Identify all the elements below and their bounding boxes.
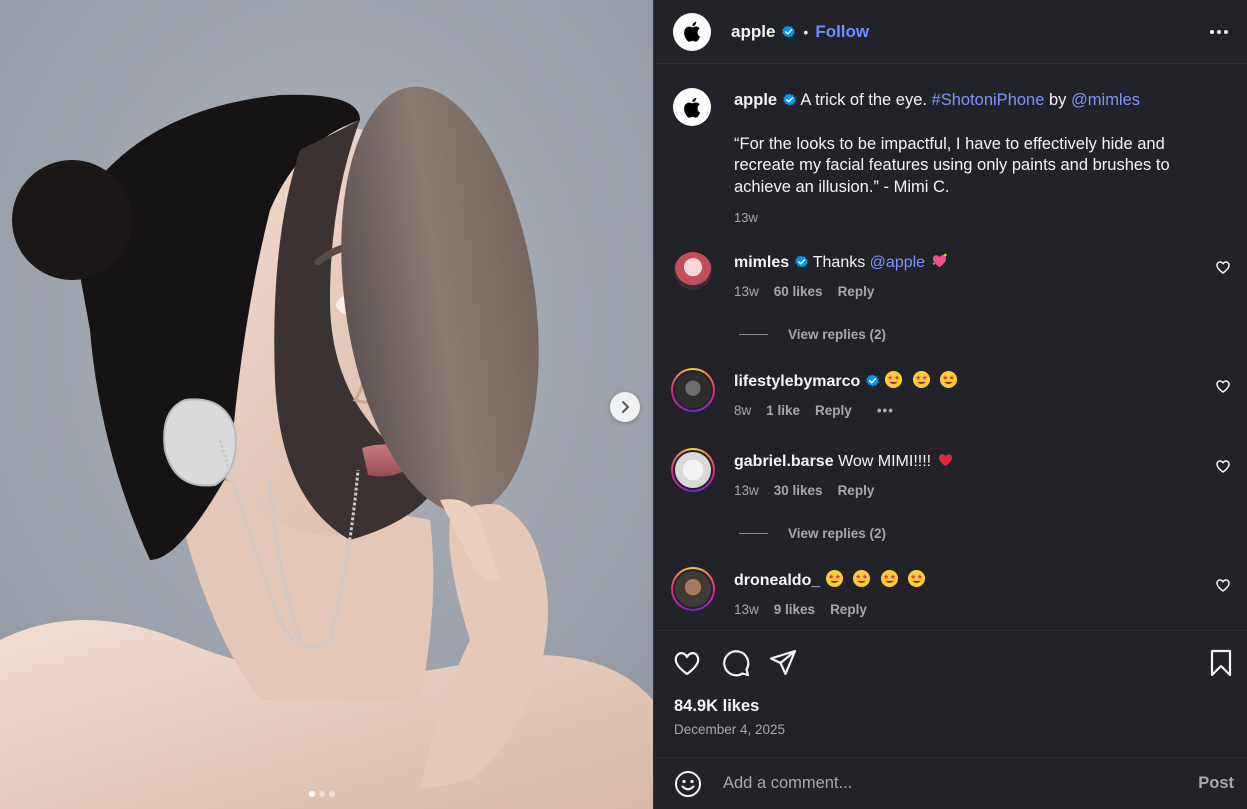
view-replies-button[interactable]: View replies (2) (739, 526, 886, 541)
verified-badge-icon (782, 25, 796, 38)
carousel-indicator (309, 791, 335, 797)
mention-link[interactable]: @apple (870, 254, 925, 271)
post-header: apple • Follow (654, 0, 1247, 64)
bookmark-icon[interactable] (1206, 648, 1236, 678)
reply-button[interactable]: Reply (815, 400, 852, 421)
caption-quote: “For the looks to be impactful, I have t… (734, 134, 1170, 196)
reply-button[interactable]: Reply (830, 599, 867, 620)
star-struck-icon (825, 569, 843, 588)
comment-text: Wow MIMI!!!! (838, 453, 932, 470)
star-struck-icon (853, 569, 871, 588)
chevron-right-icon (622, 401, 629, 413)
post-panel: apple • Follow apple A trick of the eye.… (653, 0, 1247, 809)
emoji-group (825, 569, 930, 589)
divider (739, 334, 768, 335)
share-send-icon[interactable] (768, 648, 798, 678)
caption-username[interactable]: apple (734, 91, 777, 109)
carousel-dot (329, 791, 335, 797)
apple-logo-icon (684, 97, 701, 118)
comment-likes[interactable]: 30 likes (774, 480, 823, 501)
avatar[interactable] (671, 448, 715, 492)
comment-timestamp[interactable]: 8w (734, 400, 751, 421)
star-struck-icon (885, 370, 903, 389)
avatar[interactable] (673, 88, 711, 126)
comment-likes[interactable]: 9 likes (774, 599, 815, 620)
view-replies-label: View replies (2) (788, 327, 887, 342)
emoji-group (884, 370, 962, 390)
caption-timestamp[interactable]: 13w (734, 207, 1204, 229)
comment-username[interactable]: dronealdo_ (734, 572, 820, 589)
mention-link[interactable]: @mimles (1071, 91, 1140, 109)
carousel-dot (309, 791, 315, 797)
apple-logo-icon (684, 21, 701, 42)
avatar[interactable] (671, 567, 715, 611)
comment-likes[interactable]: 1 like (766, 400, 800, 421)
caption-text: A trick of the eye. (800, 91, 927, 109)
hashtag-link[interactable]: #ShotoniPhone (932, 91, 1045, 109)
carousel-next-button[interactable] (610, 392, 640, 422)
star-struck-icon (907, 569, 926, 588)
comment-timestamp[interactable]: 13w (734, 281, 759, 302)
post-comment-button[interactable]: Post (1198, 774, 1234, 793)
comment-meta: 13w 60 likes Reply (734, 281, 1194, 302)
comment-input[interactable] (723, 774, 1199, 793)
post-photo (0, 0, 653, 809)
comment-timestamp[interactable]: 13w (734, 480, 759, 501)
comment-username[interactable]: lifestylebymarco (734, 373, 860, 390)
star-struck-icon (940, 370, 958, 389)
header-separator: • (803, 23, 809, 40)
like-comment-heart-icon[interactable] (1215, 577, 1231, 593)
star-struck-icon (912, 370, 930, 389)
like-heart-icon[interactable] (672, 648, 702, 678)
comment-icon[interactable] (721, 648, 751, 678)
comment-more-options[interactable]: ••• (877, 400, 894, 421)
view-replies-button[interactable]: View replies (2) (739, 327, 886, 342)
header-username[interactable]: apple (731, 22, 775, 42)
comment-meta: 8w 1 like Reply ••• (734, 400, 1194, 421)
like-comment-heart-icon[interactable] (1215, 458, 1231, 474)
avatar[interactable] (671, 249, 715, 293)
comment-likes[interactable]: 60 likes (774, 281, 823, 302)
more-options-icon[interactable] (1208, 22, 1230, 42)
caption-first-line: apple A trick of the eye. #ShotoniPhone … (734, 90, 1204, 112)
sparkling-heart-icon (931, 252, 947, 268)
post-media (0, 0, 653, 809)
comment-composer: Post (654, 757, 1247, 809)
likes-count[interactable]: 84.9K likes (674, 697, 759, 716)
view-replies-label: View replies (2) (788, 526, 887, 541)
red-heart-icon (938, 454, 952, 467)
verified-badge-icon (783, 93, 796, 106)
carousel-dot (319, 791, 325, 797)
follow-button[interactable]: Follow (815, 22, 869, 42)
comment-text: Thanks (812, 254, 866, 271)
post-date[interactable]: December 4, 2025 (674, 722, 785, 737)
avatar[interactable] (671, 368, 715, 412)
star-struck-icon (880, 569, 898, 588)
comment-username[interactable]: gabriel.barse (734, 453, 834, 470)
like-comment-heart-icon[interactable] (1215, 259, 1231, 275)
post-actions: 84.9K likes December 4, 2025 (654, 630, 1247, 760)
verified-badge-icon (866, 374, 879, 387)
caption-by: by (1049, 91, 1067, 109)
reply-button[interactable]: Reply (838, 480, 875, 501)
verified-badge-icon (794, 255, 808, 268)
like-comment-heart-icon[interactable] (1215, 378, 1231, 394)
reply-button[interactable]: Reply (838, 281, 875, 302)
comment-username[interactable]: mimles (734, 254, 789, 271)
comment-meta: 13w 30 likes Reply (734, 480, 1194, 501)
avatar[interactable] (673, 12, 711, 51)
divider (739, 533, 768, 534)
emoji-picker-icon[interactable] (673, 769, 703, 799)
comment-timestamp[interactable]: 13w (734, 599, 759, 620)
comment-meta: 13w 9 likes Reply (734, 599, 1194, 620)
